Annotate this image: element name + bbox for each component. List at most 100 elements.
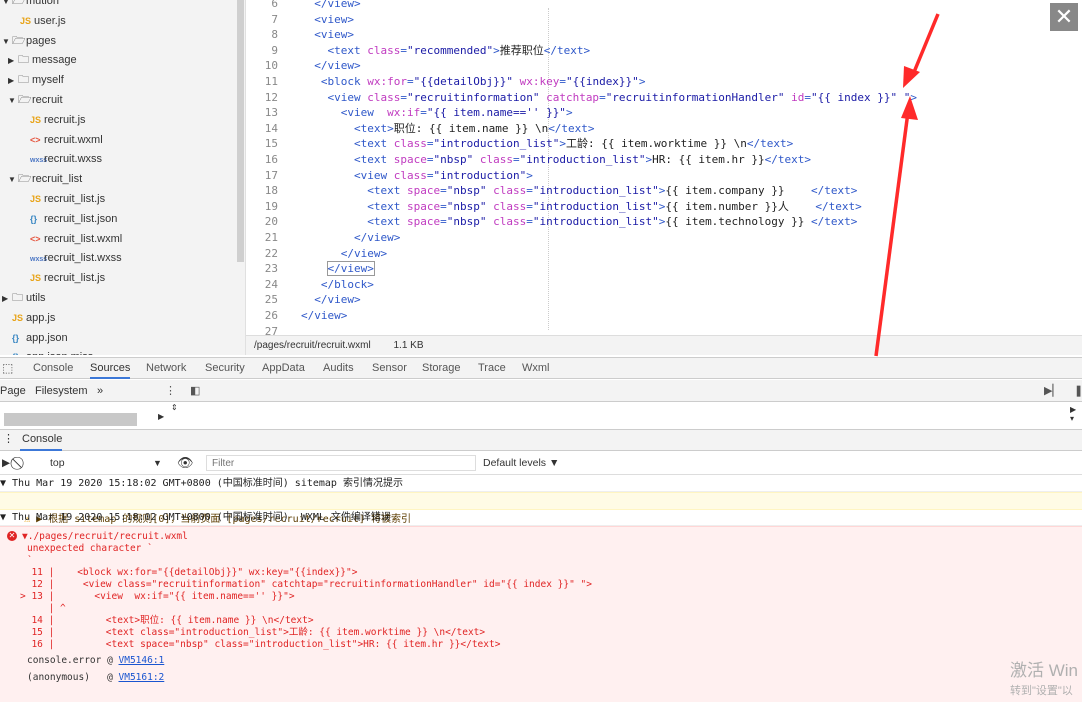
console-group-sitemap[interactable]: ▼ Thu Mar 19 2020 15:18:02 GMT+0800 (中国标… <box>0 476 1082 492</box>
chevron-down-icon[interactable]: ▼ <box>2 32 12 52</box>
navigator-scrollbar[interactable] <box>4 413 137 426</box>
tree-item[interactable]: {} recruit_list.json <box>30 209 117 229</box>
tab-sensor[interactable]: Sensor <box>372 358 407 379</box>
code-line[interactable]: 16 <text space="nbsp" class="introductio… <box>246 152 1082 168</box>
resize-icon[interactable]: ⇕ <box>171 403 178 412</box>
code-line[interactable]: 6 </view> <box>246 0 1082 12</box>
tab-sources[interactable]: Sources <box>90 358 131 379</box>
code-line[interactable]: 20 <text space="nbsp" class="introductio… <box>246 214 1082 230</box>
js-file-icon: JS <box>30 273 42 284</box>
code-token: <text <box>353 137 394 151</box>
tab-network[interactable]: Network <box>146 358 186 379</box>
tree-item[interactable]: ▶ 🗀 myself <box>8 70 64 90</box>
code-line[interactable]: 26 </view> <box>246 308 1082 324</box>
tab-console-drawer[interactable]: Console <box>22 433 62 445</box>
tree-item[interactable]: ▼ 🗁mution <box>2 0 59 11</box>
code-line[interactable]: 14 <text>职位: {{ item.name }} \n</text> <box>246 121 1082 137</box>
tab-audits[interactable]: Audits <box>323 358 354 379</box>
tree-item[interactable]: JS user.js <box>20 11 66 31</box>
levels-select[interactable]: Default levels ▼ <box>483 452 559 474</box>
filter-input[interactable] <box>206 455 476 471</box>
more-tabs-icon[interactable]: » <box>97 380 103 402</box>
code-token: <text <box>367 199 407 213</box>
code-line[interactable]: 15 <text class="introduction_list">工龄: {… <box>246 136 1082 152</box>
line-number: 21 <box>264 231 278 244</box>
tree-item[interactable]: ▶ 🗀 utils <box>2 288 46 308</box>
toggle-debugger-icon[interactable]: ▶▏ <box>1044 380 1061 402</box>
stack-frame-link[interactable]: VM5161:2 <box>119 672 165 683</box>
code-line[interactable]: 21 </view> <box>246 230 1082 246</box>
error-file[interactable]: ▼./pages/recruit/recruit.wxml <box>22 531 188 543</box>
tree-item[interactable]: ▼ 🗁recruit <box>8 90 63 110</box>
chevron-right-icon[interactable]: ▶ <box>8 51 18 71</box>
code-line[interactable]: 13 <view wx:if="{{ item.name=='' }}"> <box>246 105 1082 121</box>
tree-item[interactable]: <> recruit.wxml <box>30 130 103 150</box>
tab-trace[interactable]: Trace <box>478 358 506 379</box>
console-warning[interactable]: ⚠ ▶ 根据 sitemap 的规则[0]，当前页面 [pages/recrui… <box>0 492 1082 525</box>
kebab-menu-icon[interactable]: ⋮ <box>165 380 176 402</box>
drawer-menu-icon[interactable]: ⋮ <box>3 432 14 445</box>
code-line[interactable]: 25 </view> <box>246 292 1082 308</box>
tree-item[interactable]: JS recruit_list.js <box>30 189 105 209</box>
tab-storage[interactable]: Storage <box>422 358 461 379</box>
code-line[interactable]: 23 </view> <box>246 261 1082 277</box>
tree-item[interactable]: <> recruit_list.wxml <box>30 229 122 249</box>
collapse-icon[interactable]: ▶ ▾ <box>1070 405 1082 423</box>
expand-icon[interactable]: ▶ <box>158 412 164 421</box>
eye-icon[interactable]: 👁 <box>177 452 194 474</box>
context-select[interactable]: top <box>50 452 65 474</box>
code-line[interactable]: 17 <view class="introduction"> <box>246 168 1082 184</box>
code-line[interactable]: 11 <block wx:for="{{detailObj}}" wx:key=… <box>246 74 1082 90</box>
chevron-right-icon[interactable]: ▶ <box>8 71 18 91</box>
code-token: <view> <box>314 28 354 42</box>
tab-console[interactable]: Console <box>33 358 73 379</box>
chevron-down-icon[interactable]: ▼ <box>2 0 12 12</box>
tree-item[interactable]: JS app.js <box>12 308 55 328</box>
chevron-down-icon[interactable]: ▼ <box>153 452 162 474</box>
tab-security[interactable]: Security <box>205 358 245 379</box>
tree-item[interactable]: wxssrecruit.wxss <box>30 149 102 169</box>
tree-item[interactable]: {} app.json <box>12 328 68 348</box>
code-text: </view> <box>301 0 360 12</box>
code-editor[interactable]: 6 </view> 7 <view> 8 <view> 9 <text class="… <box>246 0 1082 335</box>
code-line[interactable]: 18 <text space="nbsp" class="introductio… <box>246 183 1082 199</box>
code-line[interactable]: 9 <text class="recommended">推荐职位</text> <box>246 43 1082 59</box>
code-token: </view> <box>353 231 401 244</box>
show-sidebar-icon[interactable]: ▶ <box>2 452 10 474</box>
tree-item[interactable]: wxssrecruit_list.wxss <box>30 248 122 268</box>
chevron-right-icon[interactable]: ▶ <box>2 289 12 309</box>
chevron-down-icon[interactable]: ▼ <box>8 91 18 111</box>
tab-appdata[interactable]: AppData <box>262 358 305 379</box>
tree-item[interactable]: JS recruit.js <box>30 110 86 130</box>
code-line[interactable]: 27 <box>246 324 1082 335</box>
chevron-down-icon[interactable]: ▼ <box>8 170 18 190</box>
code-line[interactable]: 7 <view> <box>246 12 1082 28</box>
code-line[interactable]: 24 </block> <box>246 277 1082 293</box>
snippet-line: 12 | <view class="recruitinformation" ca… <box>20 579 592 590</box>
code-line[interactable]: 10 </view> <box>246 58 1082 74</box>
console-group-wxml-error[interactable]: ▼ Thu Mar 19 2020 15:18:02 GMT+0800 (中国标… <box>0 510 1082 526</box>
pause-icon[interactable]: ❚❚ <box>1074 380 1082 402</box>
tree-item[interactable]: ▶ 🗀 message <box>8 50 77 70</box>
code-line[interactable]: 19 <text space="nbsp" class="introductio… <box>246 199 1082 215</box>
tab-wxml[interactable]: Wxml <box>522 358 550 379</box>
tree-item[interactable]: {}app.json.miss <box>12 347 93 355</box>
code-token: </view> <box>314 59 361 73</box>
tree-scrollbar[interactable] <box>237 0 244 262</box>
tree-item[interactable]: JS recruit_list.js <box>30 268 105 288</box>
toggle-sidebar-icon[interactable]: ◧ <box>190 380 200 402</box>
tree-item[interactable]: ▼ 🗁recruit_list <box>8 169 82 189</box>
tree-item[interactable]: ▼ 🗁pages <box>2 31 56 51</box>
inspect-icon[interactable]: ⬚ <box>2 358 13 379</box>
folder-icon: 🗁 <box>12 34 26 47</box>
code-token: class <box>367 43 401 57</box>
stack-frame-link[interactable]: VM5146:1 <box>119 655 165 666</box>
tab-page[interactable]: Page <box>0 380 26 402</box>
code-line[interactable]: 22 </view> <box>246 246 1082 262</box>
close-button[interactable]: ✕ <box>1050 3 1078 31</box>
code-line[interactable]: 12 <view class="recruitinformation" catc… <box>246 90 1082 106</box>
code-line[interactable]: 8 <view> <box>246 27 1082 43</box>
tab-filesystem[interactable]: Filesystem <box>35 380 88 402</box>
